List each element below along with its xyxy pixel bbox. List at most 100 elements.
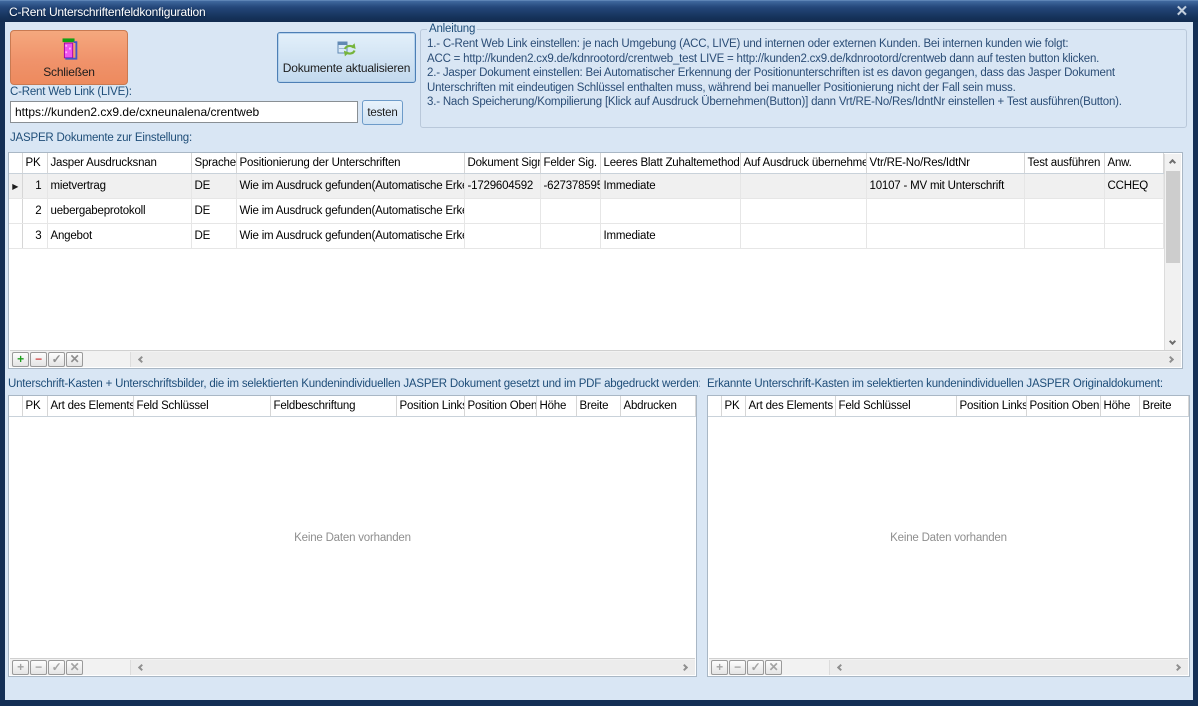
header-row: PK Jasper Ausdrucksnan Sprache Positioni… (9, 153, 1164, 173)
cell-positionierung: Wie im Ausdruck gefunden(Automatische Er… (236, 223, 464, 248)
add-row-button[interactable]: + (711, 660, 728, 675)
scroll-down-icon[interactable] (1169, 338, 1176, 345)
column-header-pk[interactable]: PK (22, 153, 47, 173)
horizontal-scrollbar[interactable] (130, 660, 695, 675)
column-header-feld-schluessel[interactable]: Feld Schlüssel (835, 396, 956, 416)
column-header-breite[interactable]: Breite (576, 396, 620, 416)
weblink-input[interactable] (10, 101, 358, 123)
column-header-ausdrucksname[interactable]: Jasper Ausdrucksnan (47, 153, 191, 173)
cell-anw (1104, 223, 1164, 248)
scroll-right-icon[interactable] (1174, 664, 1181, 671)
scroll-left-icon[interactable] (837, 664, 844, 671)
cell-dokument-sign (464, 198, 540, 223)
cell-vtr (866, 198, 1024, 223)
column-header-auf-ausdruck[interactable]: Auf Ausdruck übernehmen (740, 153, 866, 173)
column-header-art[interactable]: Art des Elements (47, 396, 133, 416)
cell-positionierung: Wie im Ausdruck gefunden(Automatische Er… (236, 173, 464, 198)
confirm-edit-button[interactable]: ✓ (48, 352, 65, 367)
jasper-section-label: JASPER Dokumente zur Einstellung: (10, 132, 192, 144)
testen-button[interactable]: testen (362, 100, 403, 125)
column-header-position-oben[interactable]: Position Oben (464, 396, 536, 416)
column-header-position-oben[interactable]: Position Oben (1026, 396, 1100, 416)
remove-row-button[interactable]: − (30, 352, 47, 367)
column-header-leeres-blatt[interactable]: Leeres Blatt Zuhaltemethode (600, 153, 740, 173)
cell-sprache: DE (191, 173, 236, 198)
column-header-art[interactable]: Art des Elements (745, 396, 835, 416)
column-header-position-links[interactable]: Position Links (956, 396, 1026, 416)
empty-data-message: Keine Daten vorhanden (10, 417, 695, 658)
column-header-sprache[interactable]: Sprache (191, 153, 236, 173)
column-header-abdrucken[interactable]: Abdrucken (620, 396, 696, 416)
column-header-hoehe[interactable]: Höhe (536, 396, 576, 416)
scroll-left-icon[interactable] (138, 664, 145, 671)
cancel-edit-button[interactable]: ✕ (66, 352, 83, 367)
cell-pk: 3 (22, 223, 47, 248)
cell-auf-ausdruck (740, 223, 866, 248)
cell-felder-sig: -627378595 (540, 173, 600, 198)
cancel-edit-button[interactable]: ✕ (66, 660, 83, 675)
erkannte-kasten-grid: PK Art des Elements Feld Schlüssel Posit… (707, 395, 1190, 677)
column-header-positionierung[interactable]: Positionierung der Unterschriften (236, 153, 464, 173)
confirm-edit-button[interactable]: ✓ (48, 660, 65, 675)
cell-ausdrucksname: mietvertrag (47, 173, 191, 198)
scroll-right-icon[interactable] (1167, 356, 1174, 363)
table-row[interactable]: ▶ 1 mietvertrag DE Wie im Ausdruck gefun… (9, 173, 1164, 198)
confirm-edit-button[interactable]: ✓ (747, 660, 764, 675)
cell-sprache: DE (191, 198, 236, 223)
weblink-label: C-Rent Web Link (LIVE): (10, 86, 132, 98)
refresh-icon (337, 40, 357, 58)
anleitung-legend: Anleitung (427, 23, 477, 35)
close-icon[interactable]: ✕ (1176, 4, 1188, 19)
cell-sprache: DE (191, 223, 236, 248)
unterschrift-kasten-grid: PK Art des Elements Feld Schlüssel Feldb… (8, 395, 697, 677)
column-header-breite[interactable]: Breite (1139, 396, 1189, 416)
row-selector-header (9, 153, 22, 173)
column-header-dokument-sign[interactable]: Dokument Sign. (464, 153, 540, 173)
scroll-right-icon[interactable] (681, 664, 688, 671)
empty-data-message: Keine Daten vorhanden (709, 417, 1188, 658)
remove-row-button[interactable]: − (30, 660, 47, 675)
anleitung-line: 2.- Jasper Dokument einstellen: Bei Auto… (427, 66, 1180, 81)
grid-toolbar: + − ✓ ✕ (10, 350, 1181, 367)
column-header-test[interactable]: Test ausführen (1024, 153, 1104, 173)
add-row-button[interactable]: + (12, 352, 29, 367)
remove-row-button[interactable]: − (729, 660, 746, 675)
column-header-feldbeschriftung[interactable]: Feldbeschriftung (270, 396, 396, 416)
column-header-anw[interactable]: Anw. (1104, 153, 1164, 173)
column-header-felder-sig[interactable]: Felder Sig. (540, 153, 600, 173)
vertical-scrollbar[interactable] (1164, 154, 1181, 350)
horizontal-scrollbar[interactable] (829, 660, 1188, 675)
scroll-left-icon[interactable] (138, 356, 145, 363)
refresh-label: Dokumente aktualisieren (283, 61, 410, 75)
cell-felder-sig (540, 198, 600, 223)
anleitung-line: ACC = http://kunden2.cx9.de/kdnrootord/c… (427, 52, 1180, 67)
cell-vtr (866, 223, 1024, 248)
schliessen-button[interactable]: Schließen (10, 30, 128, 85)
scroll-up-icon[interactable] (1169, 159, 1176, 166)
column-header-feld-schluessel[interactable]: Feld Schlüssel (133, 396, 270, 416)
horizontal-scrollbar[interactable] (130, 352, 1181, 367)
column-header-pk[interactable]: PK (721, 396, 745, 416)
column-header-hoehe[interactable]: Höhe (1100, 396, 1139, 416)
titlebar: C-Rent Unterschriftenfeldkonfiguration ✕ (0, 0, 1198, 22)
cell-vtr: 10107 - MV mit Unterschrift (866, 173, 1024, 198)
dokumente-aktualisieren-button[interactable]: Dokumente aktualisieren (277, 32, 416, 83)
table-row[interactable]: 2 uebergabeprotokoll DE Wie im Ausdruck … (9, 198, 1164, 223)
cell-positionierung: Wie im Ausdruck gefunden(Automatische Er… (236, 198, 464, 223)
header-row: PK Art des Elements Feld Schlüssel Feldb… (9, 396, 696, 416)
cell-test (1024, 198, 1104, 223)
column-header-position-links[interactable]: Position Links (396, 396, 464, 416)
scrollbar-thumb[interactable] (1166, 171, 1180, 263)
column-header-vtr[interactable]: Vtr/RE-No/Res/IdtNr (866, 153, 1024, 173)
add-row-button[interactable]: + (12, 660, 29, 675)
app-window: C-Rent Unterschriftenfeldkonfiguration ✕… (0, 0, 1198, 706)
table-row[interactable]: 3 Angebot DE Wie im Ausdruck gefunden(Au… (9, 223, 1164, 248)
schliessen-label: Schließen (43, 65, 95, 79)
column-header-pk[interactable]: PK (22, 396, 47, 416)
dialog-content: Schließen Dokumente aktualisieren C-Rent… (5, 22, 1193, 700)
cell-leeres-blatt: Immediate (600, 173, 740, 198)
grid-toolbar: + − ✓ ✕ (709, 658, 1188, 675)
cancel-edit-button[interactable]: ✕ (765, 660, 782, 675)
cell-ausdrucksname: uebergabeprotokoll (47, 198, 191, 223)
cell-pk: 2 (22, 198, 47, 223)
